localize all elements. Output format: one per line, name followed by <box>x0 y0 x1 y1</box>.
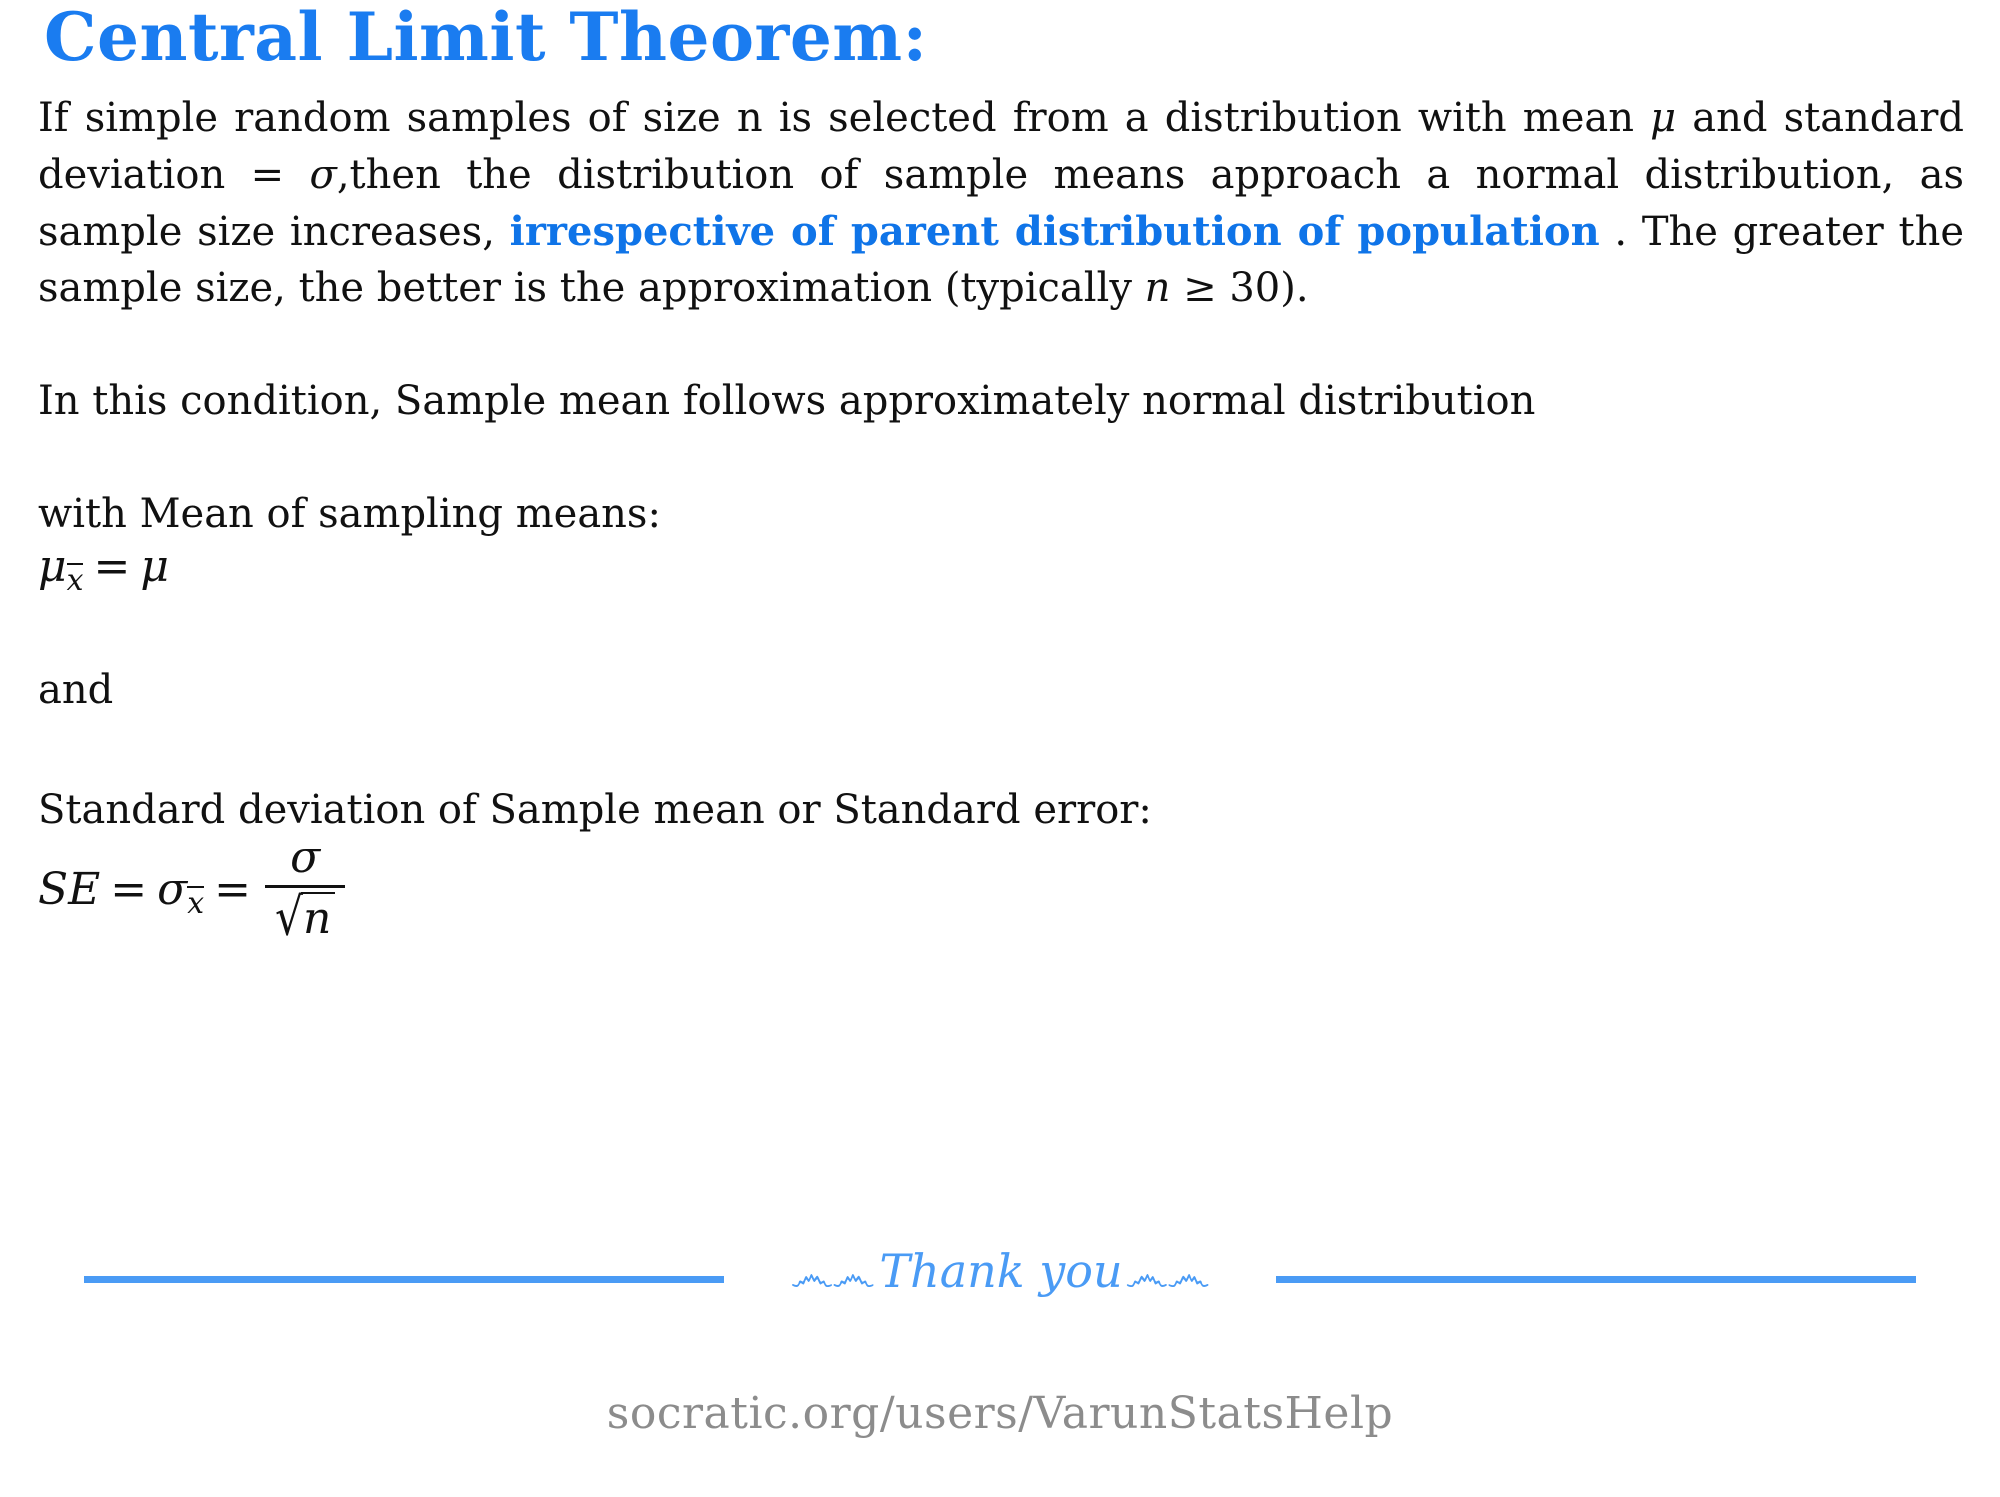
n-variable-inline: n <box>1144 265 1171 312</box>
fraction-denominator-sqrt-n: √n <box>265 890 345 945</box>
subscript-x-bar-mean: x <box>66 562 84 598</box>
greater-equal-symbol: ≥ <box>1170 265 1230 312</box>
mu-lhs: μ <box>38 540 67 592</box>
x-bar-symbol-se: x <box>187 886 205 922</box>
spacer-after-paragraph2 <box>34 430 1966 486</box>
paragraph-text-seg1: If simple random samples of size n is se… <box>38 95 1651 141</box>
mu-rhs: μ <box>140 540 169 592</box>
divider-rule-left <box>84 1275 725 1283</box>
thank-you-text: Thank you <box>879 1244 1123 1298</box>
formula-standard-error: SE = σx = σ √n <box>34 835 1966 946</box>
label-mean-of-sampling-means: with Mean of sampling means: <box>38 490 661 537</box>
radical-sign-icon: √ <box>274 887 303 948</box>
equals-sign-se-1: = <box>110 864 148 916</box>
equals-sign-mean: = <box>93 540 131 592</box>
spacer-after-paragraph1 <box>34 317 1966 373</box>
divider-rule-right <box>1275 1275 1916 1283</box>
paragraph-condition: In this condition, Sample mean follows a… <box>38 378 1536 425</box>
formula-mean-of-sampling-means: μx = μ <box>34 540 1966 598</box>
se-symbol: SE <box>38 864 101 916</box>
mu-symbol-inline: μ <box>1650 95 1677 141</box>
equals-sign-se-2: = <box>214 864 251 916</box>
thank-you-divider: ෴෴ Thank you ෴෴ <box>34 1244 1966 1306</box>
x-bar-symbol: x <box>66 562 84 598</box>
swirl-ornament-right-icon: ෴෴ <box>1126 1248 1210 1302</box>
label-standard-error: Standard deviation of Sample mean or Sta… <box>38 787 1152 834</box>
conjunction-and: and <box>38 666 114 713</box>
sigma-lhs: σ <box>157 864 188 916</box>
spacer-before-se <box>34 718 1966 782</box>
paragraph-text-seg5: ). <box>1280 265 1309 312</box>
fraction-sigma-over-sqrt-n: σ √n <box>264 832 346 945</box>
page-title: Central Limit Theorem: <box>44 0 928 76</box>
square-root-group: √n <box>275 890 336 945</box>
spacer-before-and <box>34 598 1966 662</box>
fraction-numerator-sigma: σ <box>290 832 321 884</box>
n-threshold-value: 30 <box>1229 265 1281 312</box>
subscript-x-bar-se: x <box>187 886 205 922</box>
emphasis-irrespective-of-parent-distribution: irrespective of parent distribution of p… <box>509 207 1600 255</box>
swirl-ornament-left-icon: ෴෴ <box>790 1248 875 1302</box>
radicand-n: n <box>300 892 336 942</box>
thank-you-block: ෴෴ Thank you ෴෴ <box>790 1244 1210 1302</box>
slide-page: Central Limit Theorem: If simple random … <box>0 0 2000 1497</box>
sigma-symbol-inline: σ <box>309 151 337 198</box>
paragraph-definition: If simple random samples of size n is se… <box>34 90 1966 317</box>
footer-url: socratic.org/users/VarunStatsHelp <box>606 1388 1394 1439</box>
